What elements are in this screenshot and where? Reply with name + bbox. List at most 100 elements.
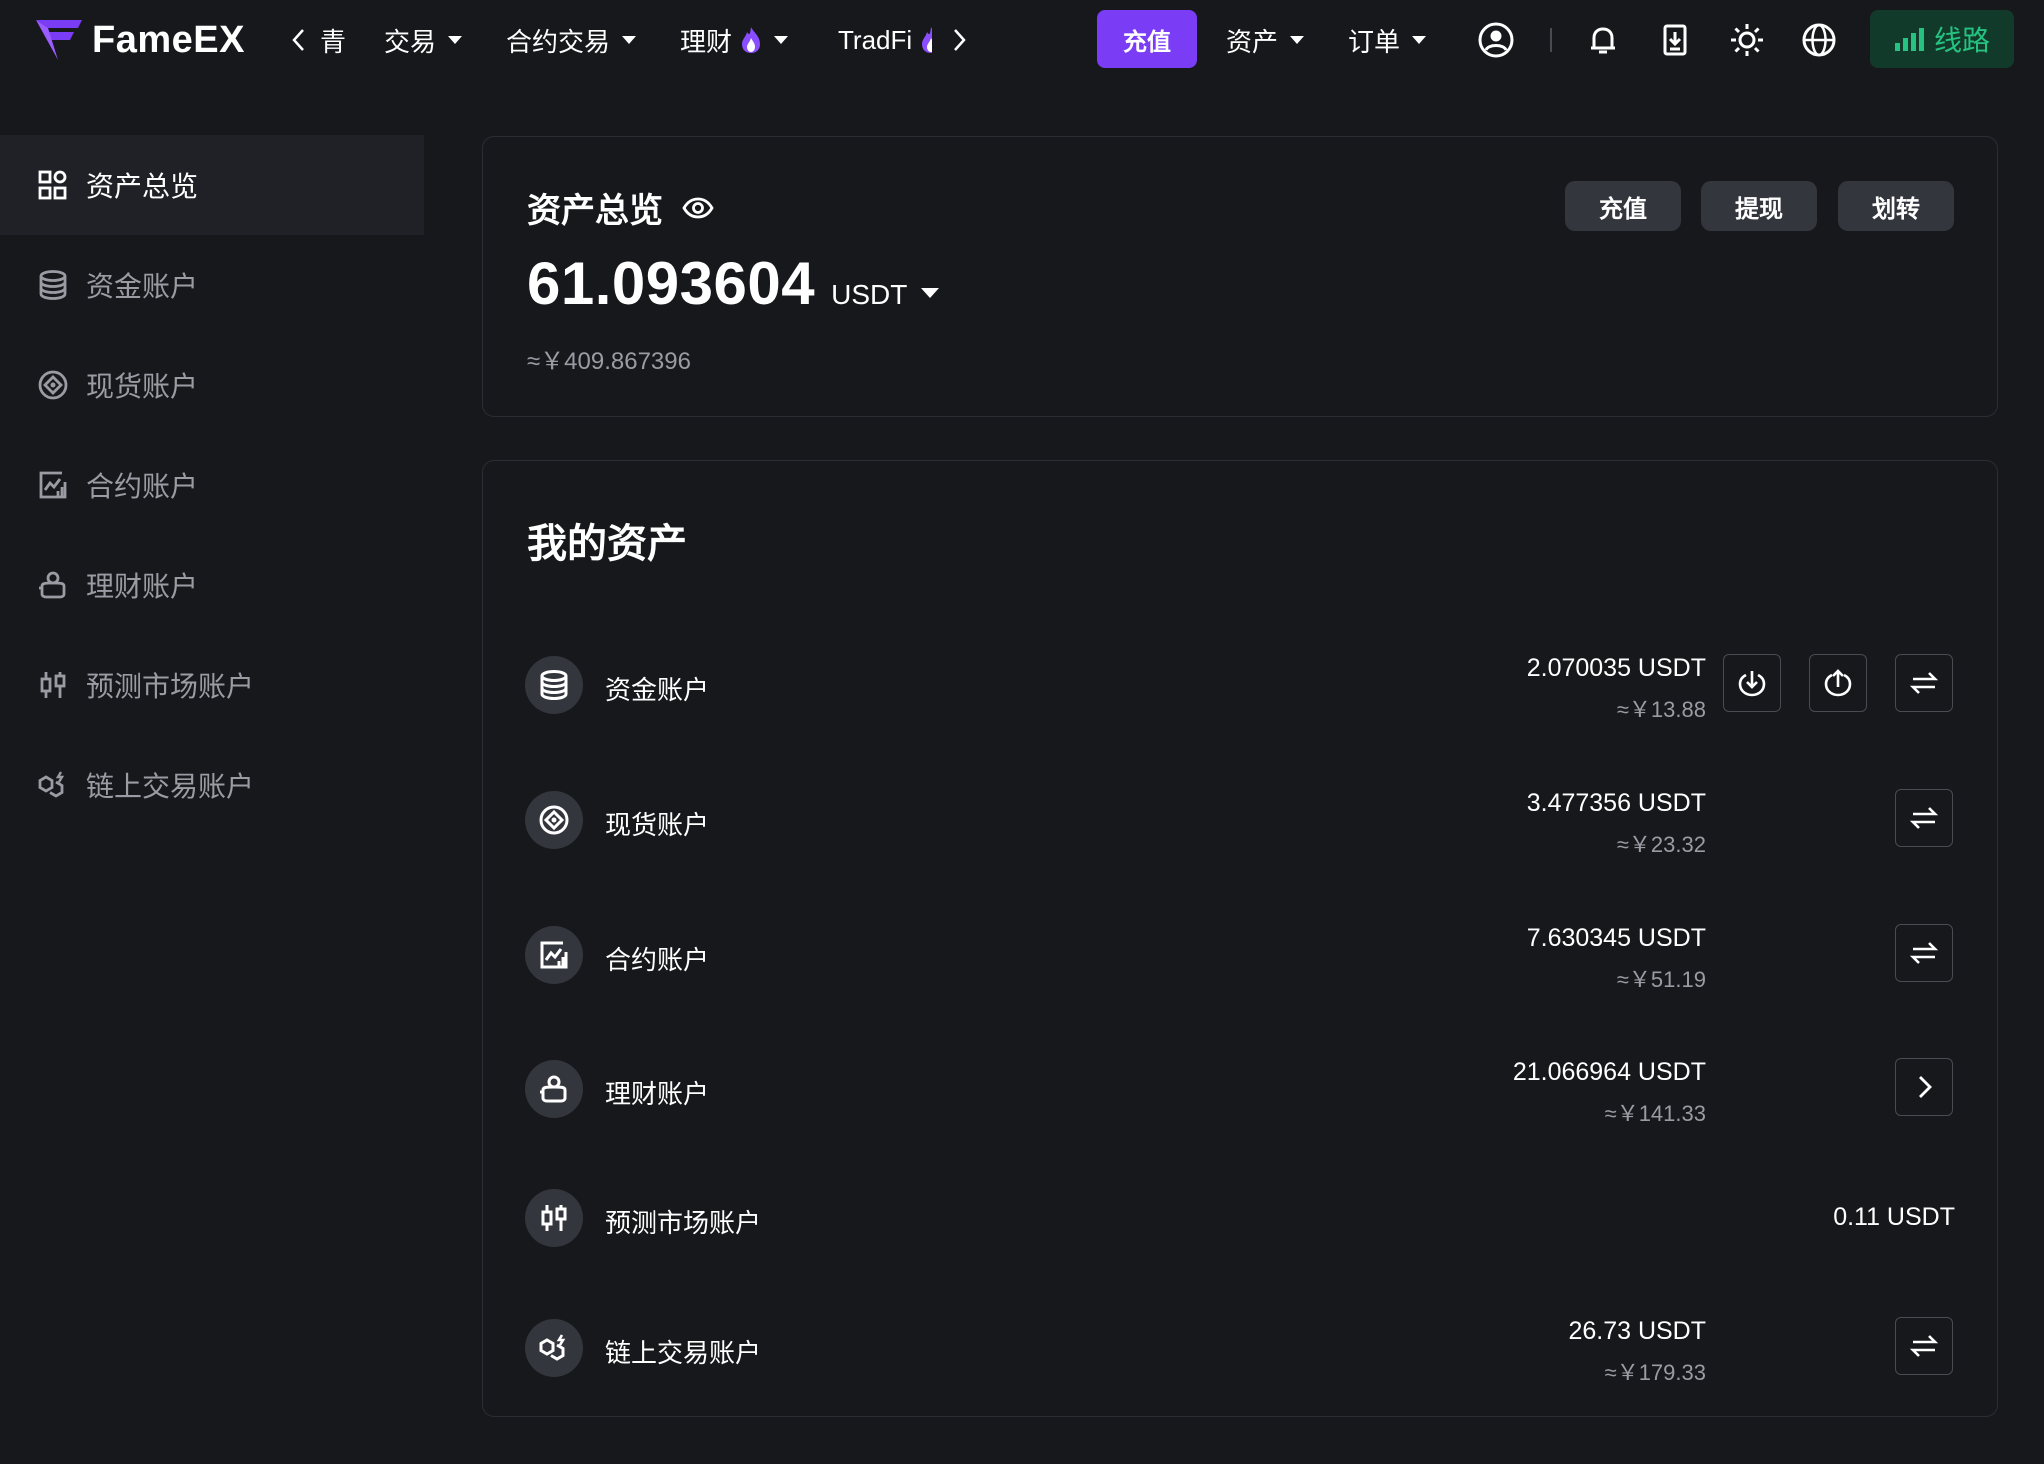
sidebar-item-earn[interactable]: 理财账户	[0, 535, 424, 635]
nav-orders-label: 订单	[1348, 26, 1401, 57]
overview-deposit-button[interactable]: 充值	[1565, 181, 1681, 231]
row-detail-button[interactable]	[1895, 1058, 1953, 1116]
asset-overview-card: 资产总览 61.093604 USDT ≈￥409.867396 充值 提现 划…	[482, 136, 1998, 417]
nav-prev-arrow[interactable]	[283, 22, 313, 58]
piggy-icon	[525, 1060, 583, 1118]
asset-row-name: 预测市场账户	[605, 1208, 762, 1238]
candles-icon	[525, 1189, 583, 1247]
asset-row-funding: 资金账户 2.070035 USDT ≈￥13.88	[483, 634, 1999, 724]
asset-row-name: 资金账户	[605, 675, 710, 705]
sidebar-item-label: 资金账户	[86, 271, 199, 302]
nav-orders-menu[interactable]: 订单	[1348, 20, 1427, 60]
transfer-icon	[1909, 942, 1939, 964]
chart-icon	[525, 926, 583, 984]
asset-row-onchain: 链上交易账户 26.73 USDT ≈￥179.33	[483, 1297, 1999, 1387]
asset-row-earn: 理财账户 21.066964 USDT ≈￥141.33	[483, 1038, 1999, 1128]
caret-down-icon	[1412, 36, 1427, 44]
eye-icon[interactable]	[681, 191, 715, 225]
sidebar-item-label: 现货账户	[86, 371, 199, 402]
my-assets-card: 我的资产 资金账户 2.070035 USDT ≈￥13.88 现货账户 3.4…	[482, 460, 1998, 1417]
deposit-arrow-icon	[1738, 671, 1766, 697]
chain-icon	[38, 771, 65, 798]
chevron-right-icon	[1919, 1076, 1932, 1098]
nav-item-earn[interactable]: 理财	[680, 20, 789, 60]
asset-row-cny: ≈￥23.32	[1616, 832, 1706, 857]
asset-row-name: 现货账户	[605, 810, 710, 840]
fire-icon	[920, 26, 933, 54]
nav-item-trade[interactable]: 交易	[384, 20, 463, 60]
globe-icon[interactable]	[1798, 19, 1840, 61]
sidebar-item-label: 资产总览	[86, 171, 199, 202]
brand-name: FameEX	[92, 18, 245, 61]
caret-down-icon	[774, 36, 789, 44]
asset-row-name: 合约账户	[605, 945, 710, 975]
sidebar-item-onchain[interactable]: 链上交易账户	[0, 735, 424, 835]
row-transfer-button[interactable]	[1895, 789, 1953, 847]
total-balance: 61.093604 USDT	[527, 249, 940, 318]
row-transfer-button[interactable]	[1895, 654, 1953, 712]
download-app-icon[interactable]	[1654, 19, 1696, 61]
caret-down-icon	[622, 36, 637, 44]
chain-icon	[525, 1319, 583, 1377]
asset-row-amount: 3.477356 USDT	[1526, 789, 1706, 817]
row-deposit-button[interactable]	[1723, 654, 1781, 712]
spot-icon	[38, 370, 68, 400]
asset-row-amount: 26.73 USDT	[1568, 1317, 1706, 1345]
overview-title-label: 资产总览	[527, 192, 663, 230]
row-transfer-button[interactable]	[1895, 1317, 1953, 1375]
nav-item-partial-label: 青	[320, 26, 347, 57]
nav-item-tradfi[interactable]: TradFi	[838, 20, 933, 60]
asset-row-spot: 现货账户 3.477356 USDT ≈￥23.32	[483, 769, 1999, 859]
overview-transfer-button[interactable]: 划转	[1838, 181, 1954, 231]
signal-icon	[1894, 28, 1924, 51]
sidebar-item-label: 合约账户	[86, 471, 199, 502]
transfer-icon	[1909, 807, 1939, 829]
nav-item-partial[interactable]: 青	[320, 20, 346, 60]
spot-icon	[525, 791, 583, 849]
nav-next-arrow[interactable]	[945, 22, 975, 58]
row-transfer-button[interactable]	[1895, 924, 1953, 982]
sidebar-item-spot[interactable]: 现货账户	[0, 335, 424, 435]
user-icon[interactable]	[1475, 19, 1517, 61]
database-icon	[39, 270, 67, 300]
sidebar-item-overview[interactable]: 资产总览	[0, 135, 424, 235]
nav-item-earn-label: 理财	[680, 26, 733, 57]
grid-icon	[38, 170, 67, 200]
my-assets-title: 我的资产	[527, 522, 687, 566]
top-deposit-button[interactable]: 充值	[1097, 10, 1197, 68]
network-line-label: 线路	[1933, 25, 1990, 56]
caret-down-icon	[1290, 36, 1305, 44]
sidebar-item-funding[interactable]: 资金账户	[0, 235, 424, 335]
total-balance-cny: ≈￥409.867396	[527, 348, 691, 375]
asset-row-amount: 0.11 USDT	[1833, 1203, 1955, 1231]
overview-withdraw-button[interactable]: 提现	[1701, 181, 1817, 231]
nav-assets-label: 资产	[1226, 26, 1279, 57]
sidebar-item-prediction[interactable]: 预测市场账户	[0, 635, 424, 735]
asset-row-futures: 合约账户 7.630345 USDT ≈￥51.19	[483, 904, 1999, 994]
total-balance-unit[interactable]: USDT	[831, 279, 907, 311]
network-line-button[interactable]: 线路	[1870, 10, 2014, 68]
currency-caret-down-icon[interactable]	[921, 288, 940, 298]
theme-sun-icon[interactable]	[1726, 19, 1768, 61]
asset-row-prediction: 预测市场账户 0.11 USDT	[483, 1167, 1999, 1257]
database-icon	[525, 656, 583, 714]
asset-row-cny: ≈￥179.33	[1604, 1360, 1706, 1385]
nav-assets-menu[interactable]: 资产	[1226, 20, 1305, 60]
nav-item-trade-label: 交易	[384, 26, 437, 57]
sidebar-item-label: 预测市场账户	[86, 671, 255, 702]
overview-title: 资产总览	[527, 183, 715, 232]
chart-icon	[39, 471, 67, 499]
piggy-icon	[39, 571, 66, 599]
asset-row-name: 理财账户	[605, 1079, 710, 1109]
chevron-left-icon	[292, 29, 304, 51]
sidebar-item-label: 理财账户	[86, 571, 199, 602]
top-navbar: FameEX 青 交易 合约交易 理财 TradFi 充值 资产 订单 线路	[0, 0, 2044, 80]
sidebar-item-futures[interactable]: 合约账户	[0, 435, 424, 535]
nav-item-futures[interactable]: 合约交易	[506, 20, 637, 60]
row-withdraw-button[interactable]	[1809, 654, 1867, 712]
fameex-logo[interactable]: FameEX	[34, 18, 245, 62]
candles-icon	[40, 672, 66, 698]
chevron-right-icon	[954, 29, 966, 51]
asset-row-name: 链上交易账户	[605, 1338, 762, 1368]
bell-icon[interactable]	[1582, 19, 1624, 61]
